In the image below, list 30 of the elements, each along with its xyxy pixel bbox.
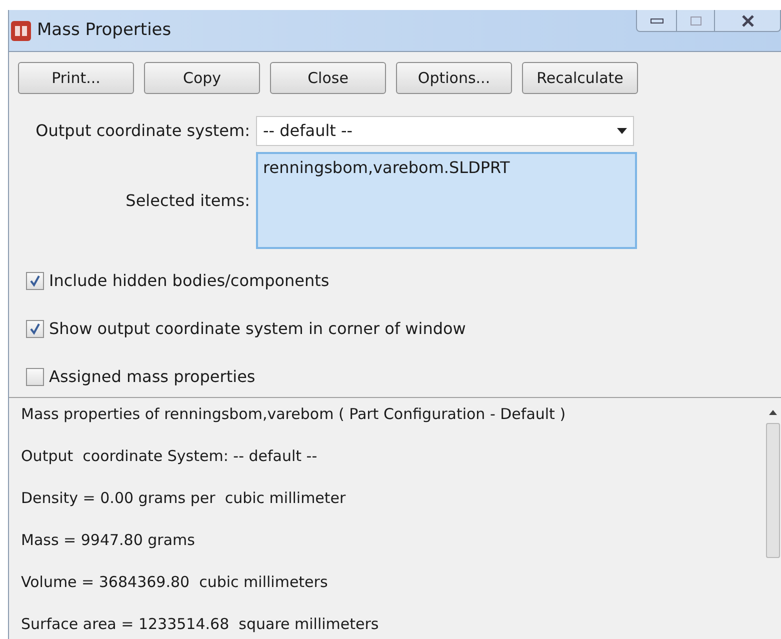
close-icon bbox=[740, 14, 754, 26]
dialog-button[interactable]: Options... bbox=[396, 62, 512, 94]
result-line: Surface area = 1233514.68 square millimeters bbox=[21, 614, 380, 634]
result-line: Density = 0.00 grams per cubic millimeter bbox=[21, 488, 347, 508]
dropdown-arrow-icon bbox=[617, 128, 627, 134]
selected-items-list[interactable]: renningsbom,varebom.SLDPRT bbox=[256, 152, 637, 249]
result-line: Mass = 9947.80 grams bbox=[21, 530, 196, 550]
coordinate-system-dropdown[interactable]: -- default -- bbox=[256, 116, 634, 146]
checkbox-label: Assigned mass properties bbox=[49, 366, 256, 388]
dropdown-value: -- default -- bbox=[263, 120, 353, 142]
result-line: Volume = 3684369.80 cubic millimeters bbox=[21, 572, 329, 592]
list-item[interactable]: renningsbom,varebom.SLDPRT bbox=[263, 156, 630, 180]
checkbox[interactable] bbox=[26, 320, 44, 338]
field-label: Output coordinate system: bbox=[34, 120, 251, 142]
minimize-icon bbox=[650, 18, 664, 24]
checkbox[interactable] bbox=[26, 272, 44, 290]
scroll-up-arrow-icon[interactable] bbox=[769, 410, 777, 415]
dialog-button[interactable]: Copy bbox=[144, 62, 260, 94]
app-logo-icon bbox=[11, 20, 31, 40]
checkbox[interactable] bbox=[26, 368, 44, 386]
field-label: Selected items: bbox=[124, 190, 251, 212]
maximize-icon bbox=[690, 16, 702, 26]
checkbox-label: Include hidden bodies/components bbox=[49, 270, 330, 292]
dialog-button[interactable]: Print... bbox=[18, 62, 134, 94]
dialog-button[interactable]: Recalculate bbox=[522, 62, 638, 94]
window-title: Mass Properties bbox=[37, 18, 172, 42]
checkbox-label: Show output coordinate system in corner of window bbox=[49, 318, 466, 340]
result-line: Mass properties of renningsbom,varebom ( Part Configuration - Default ) bbox=[21, 404, 567, 424]
dialog-button[interactable]: Close bbox=[270, 62, 386, 94]
result-line: Output coordinate System: -- default -- bbox=[21, 446, 318, 466]
